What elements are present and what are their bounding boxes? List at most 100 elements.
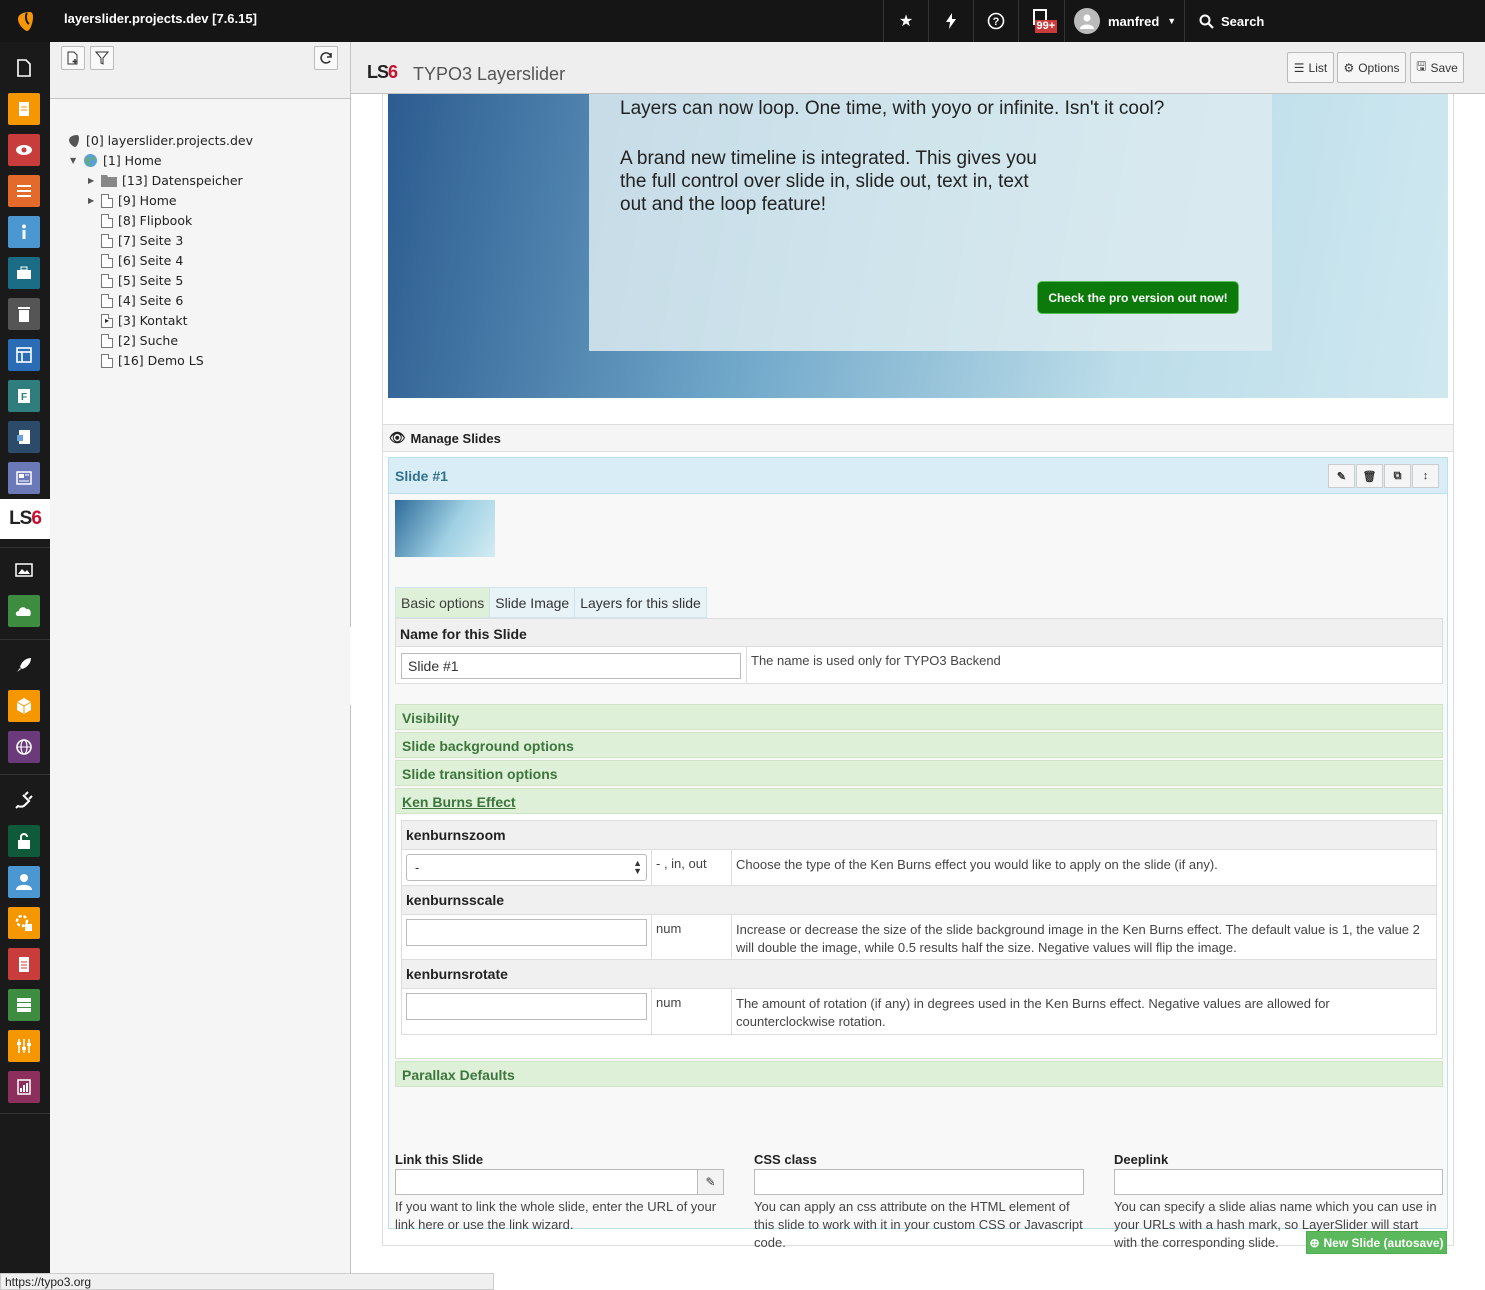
lock-module-icon[interactable] (8, 825, 40, 857)
tree-item-home[interactable]: ▶ [9] Home (88, 193, 177, 208)
save-button[interactable]: 🖫 Save (1410, 52, 1464, 83)
kenburnszoom-label: kenburnszoom (402, 821, 1436, 850)
move-slide-button[interactable]: ↕ (1412, 464, 1439, 488)
collapsed-icon[interactable]: ▶ (88, 176, 96, 185)
page-icon (101, 253, 113, 268)
news-module-icon[interactable] (8, 462, 40, 494)
cloud-module-icon[interactable] (8, 595, 40, 627)
typo3-logo-icon (69, 134, 79, 147)
info-module-icon[interactable] (8, 216, 40, 248)
globe-module-icon[interactable] (8, 731, 40, 763)
system-information-button[interactable]: 99+ (1018, 0, 1064, 42)
recycler-module-icon[interactable] (8, 298, 40, 330)
pro-version-button[interactable]: Check the pro version out now! (1037, 281, 1239, 314)
transition-options-section[interactable]: Slide transition options (395, 760, 1443, 786)
tab-slide-image[interactable]: Slide Image (489, 587, 575, 618)
new-slide-button[interactable]: ⊕ New Slide (autosave) (1306, 1231, 1447, 1254)
site-title[interactable]: layerslider.projects.dev [7.6.15] (64, 11, 257, 26)
user-menu[interactable]: manfred ▼ (1064, 0, 1184, 42)
tree-item-suche[interactable]: [2] Suche (101, 333, 178, 348)
kenburnsscale-unit: num (656, 921, 682, 936)
tab-basic-options[interactable]: Basic options (395, 587, 490, 618)
preview-text-timeline: A brand new timeline is integrated. This… (620, 148, 1037, 215)
user-module-icon[interactable] (8, 866, 40, 898)
new-page-button[interactable] (61, 46, 85, 70)
tree-item-flipbook[interactable]: [8] Flipbook (101, 213, 192, 228)
package-module-icon[interactable] (8, 690, 40, 722)
tab-layers[interactable]: Layers for this slide (574, 587, 707, 618)
tree-item-seite-3[interactable]: [7] Seite 3 (101, 233, 183, 248)
caret-down-icon: ▼ (1167, 16, 1177, 26)
form-page-icon: ▸ (101, 313, 113, 328)
image-module-icon[interactable] (8, 554, 40, 586)
deeplink-input[interactable] (1114, 1169, 1443, 1195)
new-page-icon (67, 51, 78, 65)
search-button[interactable]: Search (1184, 0, 1485, 42)
edit-icon: ✎ (1336, 470, 1347, 483)
scheduler-module-icon[interactable] (8, 907, 40, 939)
configuration-module-icon[interactable] (8, 1030, 40, 1062)
slide-tabs: Basic options Slide Image Layers for thi… (395, 587, 707, 618)
database-module-icon[interactable] (8, 989, 40, 1021)
help-button[interactable]: ? (973, 0, 1018, 42)
tree-item-kontakt[interactable]: ▸ [3] Kontakt (101, 313, 188, 328)
report-module-icon[interactable] (8, 948, 40, 980)
page-icon (101, 333, 113, 348)
tree-item-home-root[interactable]: ▼ [1] Home (70, 153, 162, 168)
copy-slide-button[interactable]: ⧉ (1384, 464, 1411, 488)
slide-name-input[interactable]: Slide #1 (401, 653, 741, 679)
kenburnszoom-select[interactable]: - ▲ ▼ (406, 854, 647, 881)
document-module-icon[interactable] (8, 421, 40, 453)
css-class-input[interactable] (754, 1169, 1084, 1195)
template-module-icon[interactable] (8, 339, 40, 371)
statistics-module-icon[interactable] (8, 1071, 40, 1103)
list-module-icon[interactable] (8, 175, 40, 207)
link-help: If you want to link the whole slide, ent… (395, 1199, 717, 1232)
slide-title: Slide #1 (395, 467, 448, 484)
kenburnsrotate-input[interactable] (406, 993, 647, 1020)
svg-text:?: ? (993, 16, 1000, 28)
link-wizard-button[interactable]: ✎ (697, 1170, 723, 1194)
layerslider-module-icon[interactable]: LS6 (0, 499, 50, 539)
tree-item-seite-5[interactable]: [5] Seite 5 (101, 273, 183, 288)
list-button[interactable]: ☰ List (1287, 52, 1334, 83)
collapsed-icon[interactable]: ▶ (88, 196, 96, 205)
rocket-module-icon[interactable] (8, 649, 40, 681)
bookmarks-button[interactable]: ★ (883, 0, 928, 42)
background-options-section[interactable]: Slide background options (395, 732, 1443, 758)
slide-header[interactable]: Slide #1 ✎ 🗑 ⧉ ↕ (389, 458, 1447, 494)
toolbox-module-icon[interactable] (8, 257, 40, 289)
tree-item-seite-6[interactable]: [4] Seite 6 (101, 293, 183, 308)
tree-item-demo-ls[interactable]: [16] Demo LS (101, 353, 204, 368)
slide-thumbnail[interactable] (395, 500, 495, 557)
eye-module-icon[interactable] (8, 134, 40, 166)
slide-name-table: Name for this Slide Slide #1 The name is… (395, 618, 1443, 684)
top-bar: layerslider.projects.dev [7.6.15] ★ ? 99… (0, 0, 1485, 42)
plug-module-icon[interactable] (8, 784, 40, 816)
link-input[interactable]: ✎ (395, 1169, 724, 1195)
bolt-icon (946, 13, 956, 29)
form-module-icon[interactable]: F (8, 380, 40, 412)
typo3-logo-icon[interactable] (0, 0, 50, 42)
refresh-button[interactable] (314, 46, 338, 70)
parallax-defaults-section[interactable]: Parallax Defaults (395, 1061, 1443, 1087)
delete-slide-button[interactable]: 🗑 (1356, 464, 1383, 488)
page-tree-toolbar (50, 42, 350, 99)
page-module-icon[interactable] (8, 52, 40, 84)
clear-cache-button[interactable] (928, 0, 973, 42)
tree-root[interactable]: [0] layerslider.projects.dev (67, 133, 253, 148)
kenburnsscale-input[interactable] (406, 919, 647, 946)
trash-icon: 🗑 (1362, 470, 1377, 483)
kenburnsrotate-row: num The amount of rotation (if any) in d… (402, 989, 1436, 1034)
visibility-section[interactable]: Visibility (395, 704, 1443, 730)
ken-burns-section[interactable]: Ken Burns Effect (395, 788, 1443, 814)
view-module-icon[interactable] (8, 93, 40, 125)
tree-item-datenspeicher[interactable]: ▶ [13] Datenspeicher (88, 173, 243, 188)
options-button[interactable]: ⚙ Options (1337, 52, 1406, 83)
expanded-icon[interactable]: ▼ (70, 156, 78, 165)
filter-button[interactable] (90, 46, 114, 70)
filter-icon (95, 51, 109, 65)
kenburnszoom-description: Choose the type of the Ken Burns effect … (736, 857, 1218, 872)
edit-slide-button[interactable]: ✎ (1328, 464, 1355, 488)
tree-item-seite-4[interactable]: [6] Seite 4 (101, 253, 183, 268)
